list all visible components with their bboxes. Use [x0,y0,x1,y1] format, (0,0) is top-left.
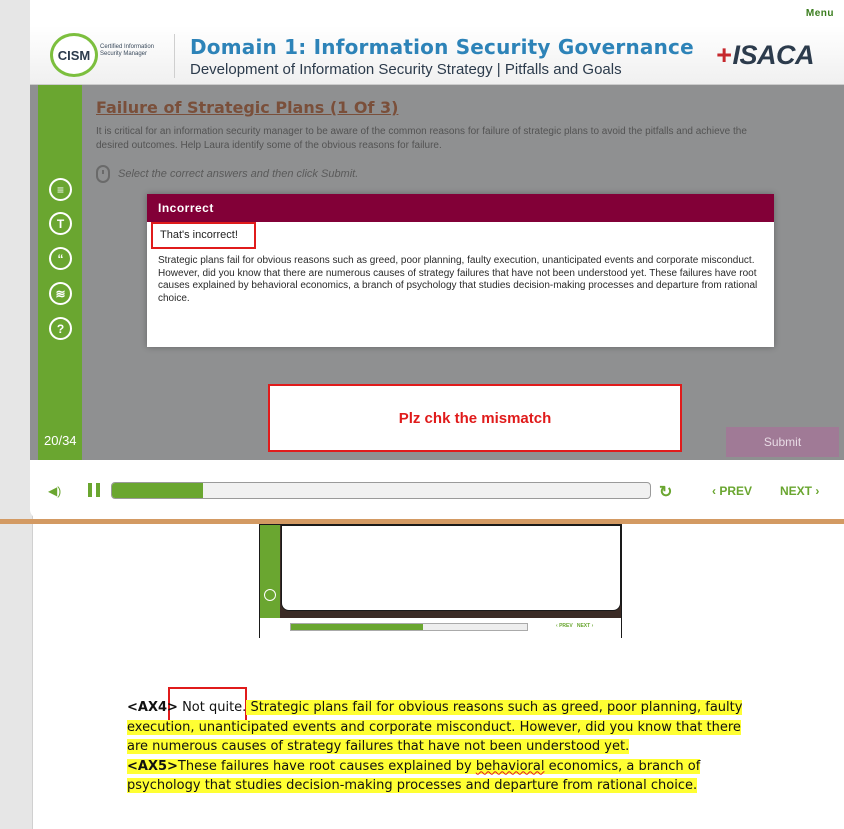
slide-stage: ≡ T “ ≋ ? 20/34 Failure of Strategic Pla… [30,85,844,460]
prev-button[interactable]: ‹ PREV [712,484,752,498]
ax5-text-a: These failures have root causes explaine… [177,758,476,774]
thumbnail-screen [281,525,621,611]
page-counter: 20/34 [44,433,77,448]
ax4-tag: <AX4> [127,700,178,715]
thumbnail-progress [290,623,528,631]
progress-fill [112,483,204,498]
ax4-lead: Not quite. [182,700,247,715]
menu-link[interactable]: Menu [806,8,834,19]
pause-icon[interactable] [88,483,102,497]
cism-logo-subtext: Certified Information Security Manager [100,44,155,57]
document-gutter [0,0,33,829]
volume-icon[interactable]: ◀) [48,484,61,498]
layers-icon[interactable]: ≋ [49,282,72,305]
slide-instruction: Select the correct answers and then clic… [96,165,358,183]
feedback-heading: Incorrect [147,194,774,222]
domain-title: Domain 1: Information Security Governanc… [190,35,694,59]
mouse-icon [96,165,110,183]
feedback-body: Strategic plans fail for obvious reasons… [158,255,758,304]
review-note: Plz chk the mismatch [268,384,682,452]
cism-logo: CISM [50,33,98,77]
submit-button[interactable]: Submit [726,427,839,457]
isaca-logo: +ISACA [716,40,814,70]
ax5-squiggle-word: behavioral [475,758,545,774]
feedback-dialog: Incorrect That's incorrect! Strategic pl… [147,194,774,347]
domain-subtitle: Development of Information Security Stra… [190,61,622,78]
thumbnail-sidebar [260,525,280,618]
thumbnail-nav: ‹ PREV NEXT › [556,623,594,629]
script-text: <AX4> Not quite. Strategic plans fail fo… [127,698,747,796]
course-header: CISM Certified Information Security Mana… [30,26,844,85]
replay-icon[interactable]: ↻ [659,482,672,502]
thumbnail-sidebar-icon [264,589,276,601]
player-thumbnail: ‹ PREV NEXT › [259,524,622,638]
document-icon[interactable]: ≡ [49,178,72,201]
thumbnail-controls: ‹ PREV NEXT › [260,618,621,638]
feedback-short-text: That's incorrect! [151,222,256,249]
help-icon[interactable]: ? [49,317,72,340]
transcript-icon[interactable]: T [49,212,72,235]
progress-bar[interactable] [111,482,651,499]
slide-title: Failure of Strategic Plans (1 Of 3) [96,98,399,117]
instruction-text: Select the correct answers and then clic… [118,168,359,180]
player-controls: ◀) ↻ ‹ PREV NEXT › [30,460,844,519]
header-divider [174,34,175,78]
next-button[interactable]: NEXT › [780,484,819,498]
player-sidebar: ≡ T “ ≋ ? 20/34 [38,85,82,460]
course-player: Menu CISM Certified Information Security… [30,0,844,519]
quote-icon[interactable]: “ [49,247,72,270]
ax5-tag: <AX5> [127,758,178,774]
slide-intro: It is critical for an information securi… [96,126,747,151]
